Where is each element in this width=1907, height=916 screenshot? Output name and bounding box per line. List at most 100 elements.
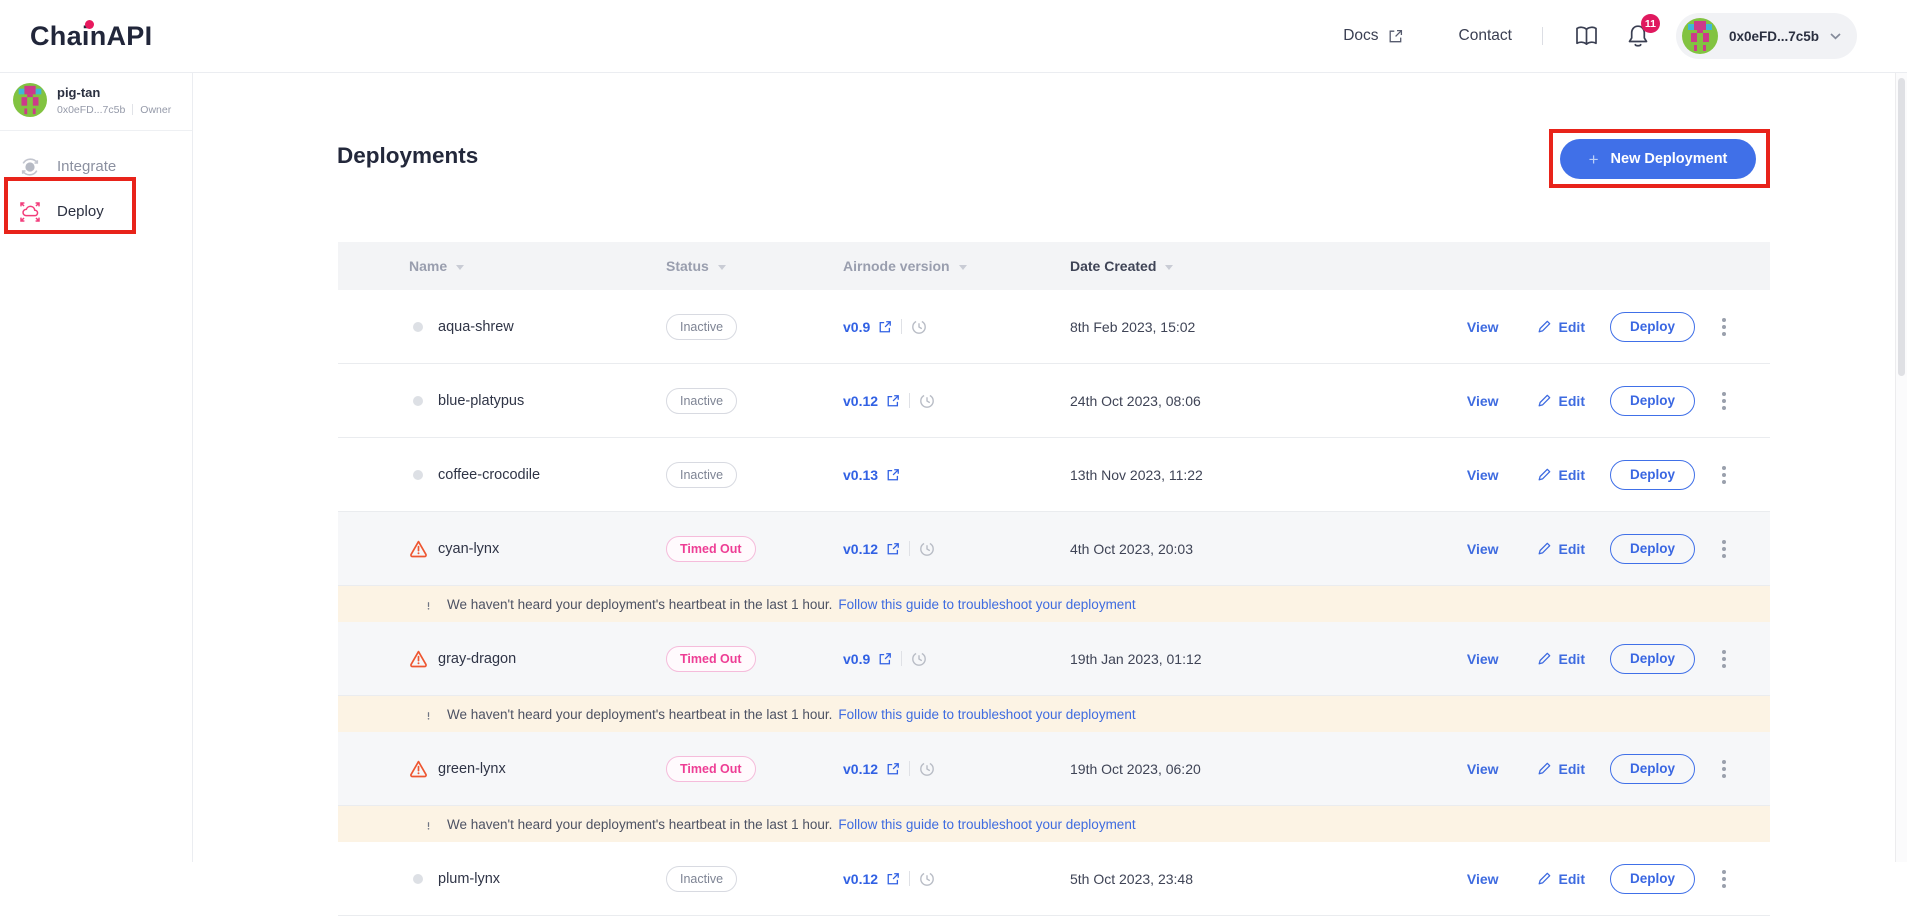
- docs-link[interactable]: Docs: [1343, 27, 1402, 45]
- version-cell: v0.13: [843, 467, 1070, 483]
- edit-button[interactable]: Edit: [1537, 319, 1585, 335]
- chevron-down-icon: [1830, 33, 1841, 40]
- inactive-dot-icon: [413, 322, 423, 332]
- deploy-button[interactable]: Deploy: [1610, 754, 1695, 784]
- date-cell: 19th Oct 2023, 06:20: [1070, 761, 1352, 777]
- docs-book-button[interactable]: [1573, 24, 1600, 48]
- version-divider: [909, 871, 910, 886]
- name-cell: green-lynx: [338, 759, 666, 778]
- edit-button[interactable]: Edit: [1537, 541, 1585, 557]
- status-cell: Timed Out: [666, 646, 843, 672]
- view-button[interactable]: View: [1467, 467, 1499, 483]
- status-badge: Inactive: [666, 388, 737, 414]
- sidebar-item-deploy[interactable]: Deploy: [0, 189, 192, 234]
- troubleshoot-link[interactable]: Follow this guide to troubleshoot your d…: [838, 817, 1135, 832]
- heartbeat-warning-banner: We haven't heard your deployment's heart…: [338, 586, 1770, 622]
- version-label: v0.9: [843, 651, 870, 667]
- date-created: 19th Jan 2023, 01:12: [1070, 651, 1202, 667]
- column-header-version[interactable]: Airnode version: [843, 258, 1070, 274]
- view-button[interactable]: View: [1467, 319, 1499, 335]
- date-created: 24th Oct 2023, 08:06: [1070, 393, 1201, 409]
- version-link[interactable]: v0.12: [843, 541, 900, 557]
- update-clock-icon[interactable]: [919, 393, 935, 409]
- view-button[interactable]: View: [1467, 651, 1499, 667]
- deploy-button[interactable]: Deploy: [1610, 460, 1695, 490]
- deploy-button[interactable]: Deploy: [1610, 534, 1695, 564]
- scrollbar-track[interactable]: [1895, 72, 1907, 862]
- update-clock-icon[interactable]: [911, 319, 927, 335]
- version-link[interactable]: v0.9: [843, 319, 892, 335]
- sort-icon[interactable]: [1165, 265, 1173, 270]
- kebab-menu-icon[interactable]: [1718, 646, 1730, 672]
- account-menu[interactable]: 0x0eFD...7c5b: [1676, 13, 1857, 59]
- update-clock-icon[interactable]: [919, 871, 935, 887]
- external-link-icon: [1388, 29, 1403, 44]
- edit-button[interactable]: Edit: [1537, 393, 1585, 409]
- column-header-status[interactable]: Status: [666, 258, 843, 274]
- version-link[interactable]: v0.12: [843, 393, 900, 409]
- update-clock-icon[interactable]: [911, 651, 927, 667]
- deployment-name: gray-dragon: [438, 651, 516, 667]
- sidebar-item-integrate[interactable]: Integrate: [0, 144, 192, 189]
- kebab-menu-icon[interactable]: [1718, 756, 1730, 782]
- kebab-menu-icon[interactable]: [1718, 314, 1730, 340]
- troubleshoot-link[interactable]: Follow this guide to troubleshoot your d…: [838, 707, 1135, 722]
- edit-button[interactable]: Edit: [1537, 871, 1585, 887]
- view-button[interactable]: View: [1467, 761, 1499, 777]
- edit-button[interactable]: Edit: [1537, 467, 1585, 483]
- sidebar-nav: Integrate Deploy: [0, 131, 192, 234]
- deployment-name: coffee-crocodile: [438, 467, 540, 483]
- deploy-button[interactable]: Deploy: [1610, 312, 1695, 342]
- version-link[interactable]: v0.13: [843, 467, 900, 483]
- table-row: green-lynx Timed Out v0.12: [338, 732, 1770, 806]
- account-address: 0x0eFD...7c5b: [1729, 29, 1819, 44]
- scrollbar-thumb[interactable]: [1898, 78, 1905, 376]
- deployment-name: aqua-shrew: [438, 319, 514, 335]
- edit-button[interactable]: Edit: [1537, 651, 1585, 667]
- column-header-name[interactable]: Name: [338, 258, 666, 274]
- pencil-icon: [1537, 467, 1552, 482]
- column-header-date[interactable]: Date Created: [1070, 258, 1352, 274]
- name-cell: cyan-lynx: [338, 539, 666, 558]
- version-extra: [900, 761, 935, 777]
- version-link[interactable]: v0.12: [843, 761, 900, 777]
- version-divider: [901, 319, 902, 334]
- deploy-button[interactable]: Deploy: [1610, 644, 1695, 674]
- kebab-menu-icon[interactable]: [1718, 536, 1730, 562]
- update-clock-icon[interactable]: [919, 541, 935, 557]
- version-extra: [892, 319, 927, 335]
- version-link[interactable]: v0.12: [843, 871, 900, 887]
- kebab-menu-icon[interactable]: [1718, 462, 1730, 488]
- chainapi-logo[interactable]: ChainAPI: [30, 21, 152, 52]
- logo-dot-icon: [85, 20, 94, 29]
- table-body: aqua-shrew Inactive v0.9: [338, 290, 1770, 916]
- table-row: aqua-shrew Inactive v0.9: [338, 290, 1770, 364]
- version-label: v0.9: [843, 319, 870, 335]
- sidebar-item-label: Integrate: [57, 158, 116, 175]
- contact-label: Contact: [1459, 27, 1512, 45]
- notification-count-badge: 11: [1641, 14, 1660, 33]
- sort-icon[interactable]: [959, 265, 967, 270]
- new-deployment-button[interactable]: + New Deployment: [1560, 139, 1756, 179]
- kebab-menu-icon[interactable]: [1718, 866, 1730, 892]
- troubleshoot-link[interactable]: Follow this guide to troubleshoot your d…: [838, 597, 1135, 612]
- contact-link[interactable]: Contact: [1459, 27, 1512, 45]
- user-address: 0x0eFD...7c5b: [57, 104, 125, 116]
- table-row: cyan-lynx Timed Out v0.12: [338, 512, 1770, 586]
- sort-icon[interactable]: [718, 265, 726, 270]
- user-role: Owner: [140, 104, 171, 116]
- kebab-menu-icon[interactable]: [1718, 388, 1730, 414]
- view-button[interactable]: View: [1467, 541, 1499, 557]
- notifications-button[interactable]: 11: [1626, 23, 1650, 49]
- deploy-button[interactable]: Deploy: [1610, 864, 1695, 894]
- deploy-button[interactable]: Deploy: [1610, 386, 1695, 416]
- warning-icon: [420, 706, 437, 723]
- view-button[interactable]: View: [1467, 871, 1499, 887]
- update-clock-icon[interactable]: [919, 761, 935, 777]
- view-button[interactable]: View: [1467, 393, 1499, 409]
- version-link[interactable]: v0.9: [843, 651, 892, 667]
- page-title: Deployments: [337, 143, 478, 169]
- edit-button[interactable]: Edit: [1537, 761, 1585, 777]
- version-extra: [900, 871, 935, 887]
- sort-icon[interactable]: [456, 265, 464, 270]
